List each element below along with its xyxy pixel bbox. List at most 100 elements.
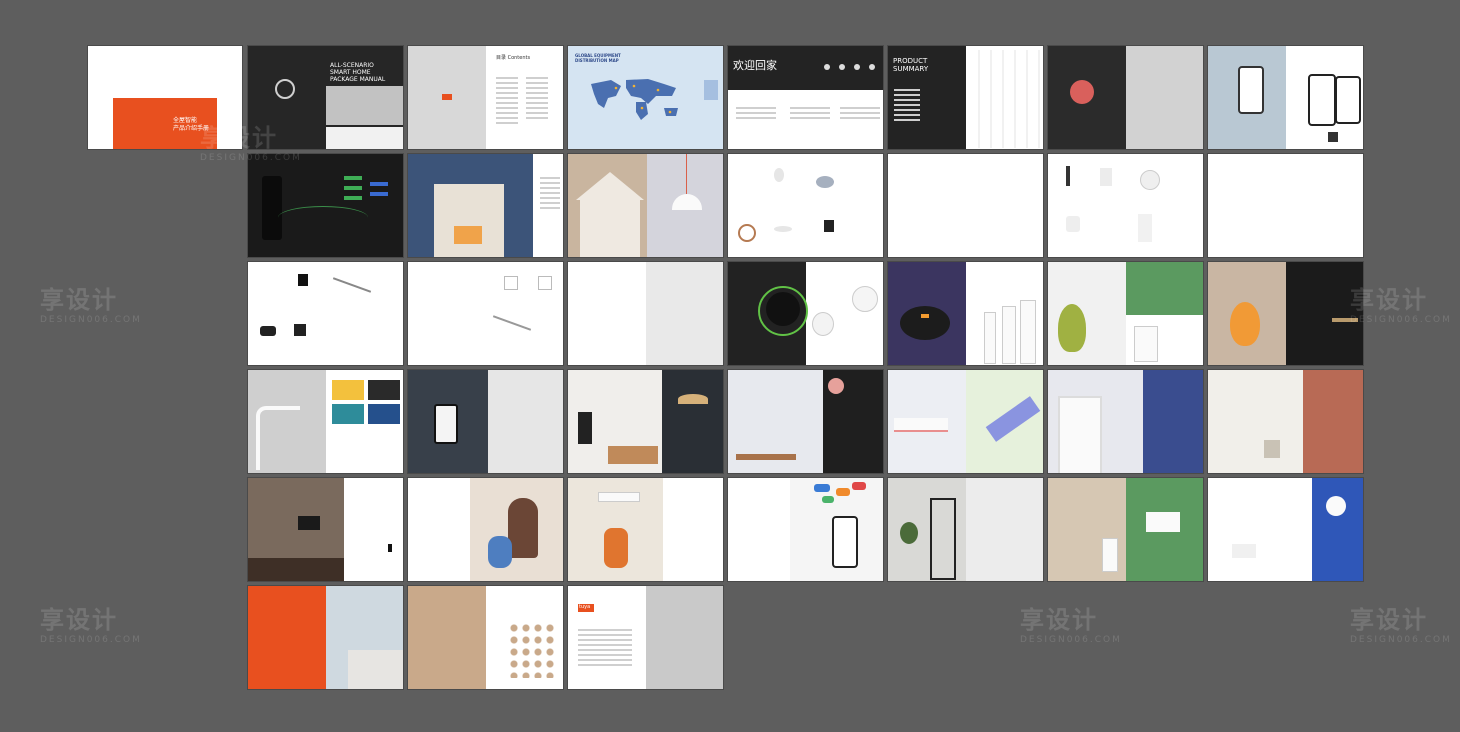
- page-tuya[interactable]: tuya: [567, 585, 724, 690]
- welcome-title: 欢迎回家: [733, 59, 777, 72]
- ac-unit: [894, 418, 948, 432]
- page-robot-vacuum[interactable]: [887, 261, 1044, 366]
- product-gateway: [294, 324, 306, 336]
- label-green-3: [344, 196, 362, 200]
- map-title-2: DISTRIBUTION MAP: [575, 58, 619, 63]
- lock-handle: [1332, 318, 1358, 322]
- logo-icon: [275, 79, 295, 99]
- watermark-5: 享设计 DESIGN006.COM: [1020, 606, 1122, 645]
- orange-end-roof: [348, 650, 403, 689]
- summary-product-grid: [968, 50, 1042, 148]
- page-desk-lamp[interactable]: [247, 369, 404, 474]
- dining-pink-speaker: [828, 378, 844, 394]
- page-switches[interactable]: [247, 261, 404, 366]
- page-speaker[interactable]: [1047, 45, 1204, 150]
- app-phone-mockup: [1308, 74, 1336, 126]
- water-purifier: [1134, 326, 1158, 362]
- page-dark-hub[interactable]: [247, 153, 404, 258]
- tuya-text-block: [578, 626, 632, 669]
- page-cover[interactable]: 全屋智能 产品介绍手册: [87, 45, 243, 150]
- bubble-green: [822, 496, 834, 503]
- entryway-mirror: [930, 498, 956, 580]
- terracotta-chair: [1264, 440, 1280, 458]
- page-mother-child[interactable]: [407, 477, 564, 582]
- page-map[interactable]: GLOBAL EQUIPMENT DISTRIBUTION MAP: [567, 45, 724, 150]
- green-wave: [278, 206, 368, 229]
- page-smart-lock[interactable]: [1207, 261, 1364, 366]
- vacuum-device: [900, 306, 950, 340]
- certificates-beige: [408, 586, 486, 689]
- page-living-room[interactable]: [247, 477, 404, 582]
- qr-code: [1328, 132, 1338, 142]
- color-tile-yellow: [332, 380, 364, 400]
- page-grey-spread[interactable]: [567, 261, 724, 366]
- page-sockets[interactable]: [407, 261, 564, 366]
- summary-title-2: SUMMARY: [893, 65, 929, 73]
- page-pendant[interactable]: [567, 153, 724, 258]
- camera-white-device-2: [852, 286, 878, 312]
- phone-in-hands: [434, 404, 458, 444]
- tuya-grey-panel: [646, 586, 723, 689]
- watermark-3: 享设计 DESIGN006.COM: [1350, 286, 1452, 325]
- page-dining[interactable]: [727, 369, 884, 474]
- page-house-night[interactable]: [407, 153, 564, 258]
- page-app-bubbles[interactable]: [727, 477, 884, 582]
- product-black-panel: [298, 274, 308, 286]
- color-tile-teal: [332, 404, 364, 424]
- lock-dark-panel: [1286, 262, 1363, 365]
- house-window-glow: [454, 226, 482, 244]
- intro-photo-floor: [326, 127, 403, 149]
- page-blank-1[interactable]: [887, 153, 1044, 258]
- page-camera-blue[interactable]: [1207, 477, 1364, 582]
- page-intro[interactable]: ALL-SCENARIO SMART HOME PACKAGE MANUAL: [247, 45, 404, 150]
- bubbles-phone: [832, 516, 858, 568]
- page-blank-2[interactable]: [1207, 153, 1364, 258]
- page-interior-lamp[interactable]: [567, 369, 724, 474]
- humidifier-device: [1058, 304, 1086, 352]
- page-lighting-products[interactable]: [727, 153, 884, 258]
- page-ac[interactable]: [887, 369, 1044, 474]
- camera-blue-panel: [1312, 478, 1363, 581]
- welcome-text-c: [840, 104, 880, 122]
- house-building: [434, 184, 504, 257]
- entryway-plant: [900, 522, 918, 544]
- page-phone-hands[interactable]: [407, 369, 564, 474]
- grey-spread-right: [646, 262, 723, 365]
- watermark-2: 享设计 DESIGN006.COM: [40, 286, 142, 325]
- page-orange-end[interactable]: [247, 585, 404, 690]
- color-tile-dark: [368, 380, 400, 400]
- vacuum-orange-button: [921, 314, 929, 318]
- page-man-sofa[interactable]: [567, 477, 724, 582]
- product-hub-black: [260, 326, 276, 336]
- page-cameras[interactable]: [727, 261, 884, 366]
- egg-lamp: [1230, 302, 1260, 346]
- welcome-text-a: [736, 104, 776, 122]
- page-purifier[interactable]: [1047, 477, 1204, 582]
- product-plug: [1066, 216, 1080, 232]
- product-cable: [492, 315, 532, 331]
- entryway-grey: [966, 478, 1043, 581]
- contents-title: 目录 Contents: [496, 55, 531, 61]
- mother-figure: [508, 498, 538, 558]
- page-entryway[interactable]: [887, 477, 1044, 582]
- product-socket-2: [538, 276, 552, 290]
- certificates-badges: [508, 622, 556, 678]
- page-certificates[interactable]: [407, 585, 564, 690]
- camera-blue-switches: [1232, 544, 1256, 558]
- page-security-products[interactable]: [1047, 153, 1204, 258]
- page-welcome[interactable]: 欢迎回家: [727, 45, 884, 150]
- interior-tv: [578, 412, 592, 444]
- label-blue-2: [370, 192, 388, 196]
- map-legend: [704, 80, 718, 100]
- product-panel: [1138, 214, 1152, 242]
- product-sensor: [1100, 168, 1112, 186]
- living-room-switch: [388, 544, 392, 552]
- page-summary[interactable]: PRODUCT SUMMARY: [887, 45, 1044, 150]
- page-door[interactable]: [1047, 369, 1204, 474]
- page-terracotta[interactable]: [1207, 369, 1364, 474]
- camera-blue-device: [1326, 496, 1346, 516]
- page-contents[interactable]: 目录 Contents: [407, 45, 564, 150]
- page-app[interactable]: [1207, 45, 1364, 150]
- product-bulb: [774, 168, 784, 182]
- page-humidifier[interactable]: [1047, 261, 1204, 366]
